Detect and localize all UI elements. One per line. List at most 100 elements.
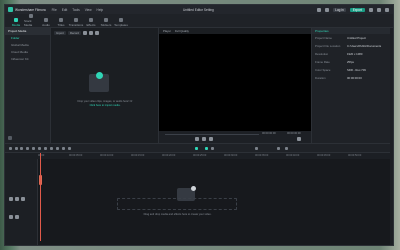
- ai-icon[interactable]: [205, 147, 208, 150]
- properties-panel: Properties Project Name Untitled Project P…: [311, 28, 390, 143]
- menu-edit[interactable]: Edit: [62, 8, 68, 12]
- property-value: Untitled Project: [347, 36, 366, 40]
- property-row: Color Space SDR - Rec.709: [312, 66, 390, 74]
- sidebar-item-cloud-media[interactable]: Cloud Media: [5, 49, 50, 56]
- property-key: Frame Rate: [315, 60, 330, 64]
- import-button[interactable]: Import: [54, 30, 66, 35]
- transitions-icon: [74, 18, 78, 22]
- gift-icon[interactable]: [317, 7, 322, 12]
- tool-effects[interactable]: Effects: [84, 14, 98, 27]
- undo-icon[interactable]: [15, 147, 18, 150]
- timeline-tracks: Drag and drop media and effects here to …: [5, 153, 390, 245]
- mute-icon[interactable]: [15, 215, 19, 219]
- fullscreen-icon[interactable]: [297, 137, 301, 141]
- tool-stickers[interactable]: Stickers: [99, 14, 113, 27]
- stickers-icon: [104, 18, 108, 22]
- playhead[interactable]: [40, 153, 41, 241]
- ruler-tick: 00:00:20:00: [162, 154, 176, 157]
- sidebar-header[interactable]: Project Media: [5, 28, 50, 35]
- media-icon: [14, 18, 18, 22]
- marker-icon[interactable]: [62, 147, 65, 150]
- menu-view[interactable]: View: [85, 8, 92, 12]
- property-key: Project File Location: [315, 44, 341, 48]
- ruler-tick: 00:00:10:00: [100, 154, 114, 157]
- preview-player: Player Full Quality 00:00:00:00 00:00:00…: [159, 28, 311, 143]
- lock-icon[interactable]: [15, 197, 19, 201]
- property-key: Color Space: [315, 68, 331, 72]
- tool-label: Transitions: [68, 23, 84, 27]
- cloud-icon[interactable]: [325, 7, 330, 12]
- timeline-dropzone[interactable]: [117, 198, 237, 210]
- redo-icon[interactable]: [20, 147, 23, 150]
- snap-icon[interactable]: [195, 147, 198, 150]
- login-button[interactable]: Log in: [333, 7, 346, 12]
- cut-icon[interactable]: [32, 147, 35, 150]
- sidebar-item-influencer-kit[interactable]: Influencer Kit: [5, 56, 50, 63]
- filter-icon[interactable]: [88, 30, 93, 35]
- prev-frame-icon[interactable]: [195, 137, 199, 141]
- zoom-in-icon[interactable]: [277, 147, 280, 150]
- export-button[interactable]: Export: [349, 7, 365, 12]
- tool-stock-media[interactable]: Stock Media: [24, 14, 38, 27]
- zoom-out-icon[interactable]: [255, 147, 258, 150]
- player-tab[interactable]: Player: [163, 29, 171, 33]
- menu-help[interactable]: Help: [97, 8, 104, 12]
- record-button[interactable]: Record: [67, 30, 81, 35]
- menu-tools[interactable]: Tools: [72, 8, 79, 12]
- tool-titles[interactable]: Titles: [54, 14, 68, 27]
- download-arrow-icon: [96, 72, 103, 79]
- audio-icon: [44, 18, 48, 22]
- select-icon[interactable]: [9, 147, 12, 150]
- timeline-toolbar: [5, 143, 390, 153]
- import-media-link[interactable]: Click here to import media.: [61, 104, 149, 108]
- close-icon[interactable]: [385, 7, 389, 12]
- video-track-icon[interactable]: [9, 197, 13, 201]
- ruler-tick: 00:00: [38, 154, 45, 157]
- current-time: 00:00:00:00: [262, 132, 276, 135]
- tool-label: Templates: [114, 23, 128, 27]
- ruler-tick: 00:00:40:00: [286, 154, 300, 157]
- playback-progress[interactable]: [165, 134, 259, 135]
- voiceover-icon[interactable]: [68, 147, 71, 150]
- tool-label: Effects: [86, 23, 96, 27]
- render-icon[interactable]: [211, 147, 214, 150]
- media-drop-hint: Drop your video clips, images, or audio …: [61, 100, 149, 107]
- tool-media[interactable]: Media: [9, 14, 23, 27]
- delete-icon[interactable]: [26, 147, 29, 150]
- play-icon[interactable]: [202, 137, 206, 141]
- add-badge-icon: [191, 186, 196, 191]
- stop-icon[interactable]: [209, 137, 213, 141]
- keyframe-icon[interactable]: [56, 147, 59, 150]
- more-icon[interactable]: [94, 30, 99, 35]
- editor-window: Wondershare Filmora File Edit Tools View…: [4, 4, 394, 246]
- add-folder-icon[interactable]: [8, 136, 12, 140]
- property-key: Resolution: [315, 52, 329, 56]
- menu-file[interactable]: File: [52, 8, 57, 12]
- quality-dropdown[interactable]: Full Quality: [175, 29, 189, 33]
- tool-templates[interactable]: Templates: [114, 14, 128, 27]
- ruler-tick: 00:00:35:00: [255, 154, 269, 157]
- sidebar-item-global-media[interactable]: Global Media: [5, 42, 50, 49]
- maximize-icon[interactable]: [377, 7, 381, 12]
- tool-label: Stock Media: [24, 19, 33, 27]
- tool-transitions[interactable]: Transitions: [69, 14, 83, 27]
- property-value: SDR - Rec.709: [347, 68, 366, 72]
- property-row: Frame Rate 25fps: [312, 58, 390, 66]
- property-value: 1920 x 1080: [347, 52, 363, 56]
- property-row: Project File Location C:/Users/Public/Doc…: [312, 42, 390, 50]
- import-media-icon[interactable]: [89, 72, 109, 92]
- crop-icon[interactable]: [38, 147, 41, 150]
- settings-icon[interactable]: [285, 147, 288, 150]
- color-icon[interactable]: [50, 147, 53, 150]
- audio-track-icon[interactable]: [9, 215, 13, 219]
- preview-screen[interactable]: [159, 34, 311, 131]
- tool-audio[interactable]: Audio: [39, 14, 53, 27]
- search-icon[interactable]: [82, 30, 87, 35]
- eye-icon[interactable]: [21, 197, 25, 201]
- stock-media-icon: [29, 14, 33, 18]
- property-row: Resolution 1920 x 1080: [312, 50, 390, 58]
- speed-icon[interactable]: [44, 147, 47, 150]
- sidebar-item-folder[interactable]: Folder: [5, 35, 50, 42]
- tool-label: Titles: [57, 23, 65, 27]
- minimize-icon[interactable]: [369, 7, 373, 12]
